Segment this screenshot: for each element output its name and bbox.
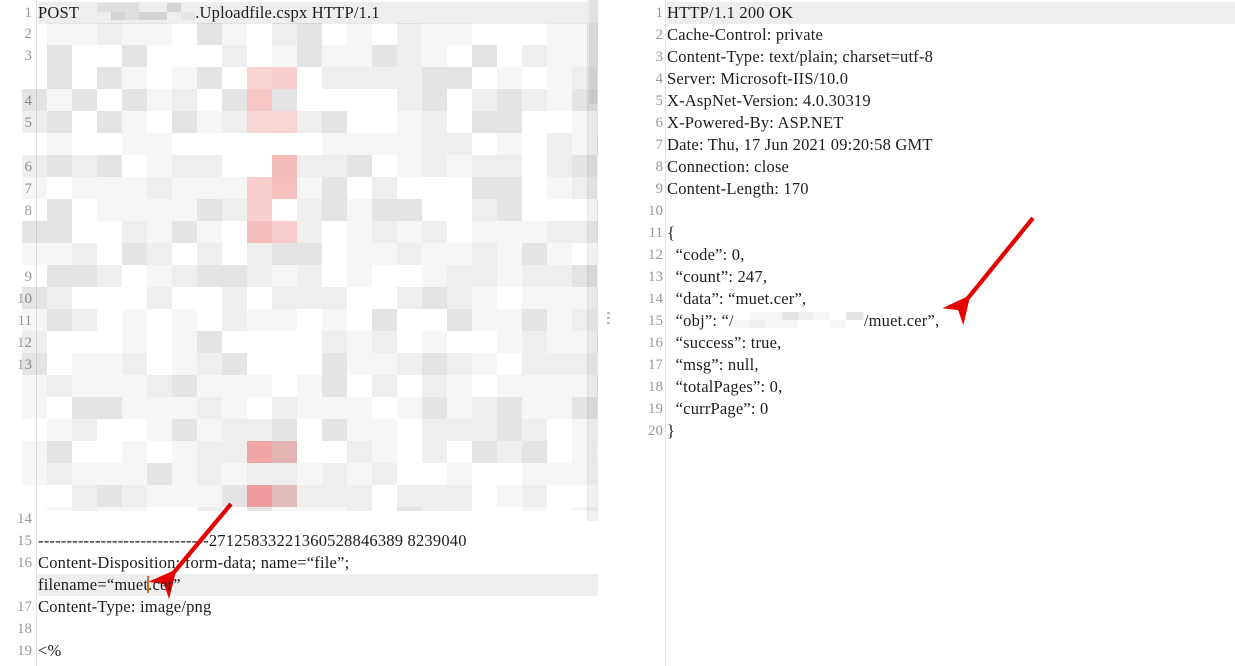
response-line-brace-open: { — [667, 223, 676, 242]
request-method-text: POST — [38, 3, 84, 22]
response-line-connection: Connection: close — [667, 157, 790, 176]
response-lineno-4: 4 — [655, 71, 664, 87]
request-lineno-18: 18 — [17, 621, 32, 637]
response-lineno-11: 11 — [648, 225, 663, 241]
request-lineno-6: 6 — [24, 159, 33, 175]
response-lineno-17: 17 — [648, 357, 663, 373]
response-line-count: “count”: 247, — [667, 267, 768, 286]
redacted-obj-path-mosaic — [734, 312, 864, 328]
request-code-area[interactable]: POST .Uploadfile.cspx HTTP/1.1 ---------… — [22, 0, 598, 666]
response-line-currpage: “currPage”: 0 — [667, 399, 769, 418]
request-lineno-8: 8 — [24, 203, 33, 219]
request-lineno-10: 10 — [17, 291, 32, 307]
response-lineno-9: 9 — [655, 181, 664, 197]
response-lineno-6: 6 — [655, 115, 664, 131]
response-lineno-3: 3 — [655, 49, 664, 65]
response-lineno-7: 7 — [655, 137, 664, 153]
response-lineno-20: 20 — [648, 423, 663, 439]
request-line-body-start: <% — [38, 641, 62, 660]
request-lineno-19: 19 — [17, 643, 32, 659]
response-gutter: 1 2 3 4 5 6 7 8 9 10 11 12 13 14 15 16 1… — [637, 0, 666, 666]
response-lineno-12: 12 — [648, 247, 663, 263]
response-line-brace-close: } — [667, 421, 676, 440]
request-lineno-7: 7 — [24, 181, 33, 197]
request-lineno-12: 12 — [17, 335, 32, 351]
response-lineno-14: 14 — [648, 291, 663, 307]
request-line-content-disposition: Content-Disposition: form-data; name=“fi… — [38, 553, 350, 572]
response-lineno-1: 1 — [655, 5, 664, 21]
redacted-request-body-mosaic — [22, 23, 598, 511]
request-gutter: 1 2 3 4 5 6 7 8 9 10 11 12 13 14 15 16 1… — [0, 0, 37, 666]
response-line-date: Date: Thu, 17 Jun 2021 09:20:58 GMT — [667, 135, 933, 154]
splitter-grip-icon[interactable] — [607, 312, 610, 325]
obj-key-text: “obj”: “/ — [667, 311, 734, 330]
pane-splitter[interactable] — [606, 0, 612, 666]
response-line-msg: “msg”: null, — [667, 355, 759, 374]
response-pane[interactable]: 1 2 3 4 5 6 7 8 9 10 11 12 13 14 15 16 1… — [637, 0, 1235, 666]
request-lineno-4: 4 — [24, 93, 33, 109]
response-line-status: HTTP/1.1 200 OK — [667, 3, 794, 22]
response-line-server: Server: Microsoft-IIS/10.0 — [667, 69, 849, 88]
response-lineno-5: 5 — [655, 93, 664, 109]
request-scrollbar-thumb[interactable] — [589, 0, 598, 104]
filename-text-pre: filename=“muet — [38, 575, 149, 594]
response-line-data: “data”: “muet.cer”, — [667, 289, 807, 308]
response-line-aspnet-version: X-AspNet-Version: 4.0.30319 — [667, 91, 871, 110]
response-line-code: “code”: 0, — [667, 245, 745, 264]
response-lineno-19: 19 — [648, 401, 663, 417]
request-vertical-scrollbar[interactable] — [587, 0, 598, 521]
request-lineno-5: 5 — [24, 115, 33, 131]
request-path-text: .Uploadfile.cspx HTTP/1.1 — [195, 3, 380, 22]
response-line-totalpages: “totalPages”: 0, — [667, 377, 783, 396]
request-lineno-9: 9 — [24, 269, 33, 285]
request-line-filename: filename=“muet.cer” — [38, 574, 181, 596]
response-lineno-16: 16 — [648, 335, 663, 351]
http-request-response-screenshot: 1 2 3 4 5 6 7 8 9 10 11 12 13 14 15 16 1… — [0, 0, 1235, 666]
request-lineno-2: 2 — [24, 26, 33, 42]
request-line-content-type: Content-Type: image/png — [38, 597, 212, 616]
response-lineno-8: 8 — [655, 159, 664, 175]
response-line-powered-by: X-Powered-By: ASP.NET — [667, 113, 844, 132]
response-lineno-10: 10 — [648, 203, 663, 219]
request-line-post: POST .Uploadfile.cspx HTTP/1.1 — [38, 2, 380, 24]
request-pane[interactable]: 1 2 3 4 5 6 7 8 9 10 11 12 13 14 15 16 1… — [0, 0, 598, 666]
filename-text-post: .cer” — [148, 575, 181, 594]
redacted-host-mosaic — [83, 3, 195, 20]
request-lineno-16: 16 — [17, 555, 32, 571]
request-lineno-1: 1 — [24, 5, 33, 21]
request-lineno-13: 13 — [17, 357, 32, 373]
response-lineno-18: 18 — [648, 379, 663, 395]
response-lineno-15: 15 — [648, 313, 663, 329]
response-line-content-length: Content-Length: 170 — [667, 179, 809, 198]
request-lineno-17: 17 — [17, 599, 32, 615]
request-line-boundary: ------------------------------2712583322… — [38, 531, 467, 550]
request-lineno-15: 15 — [17, 533, 32, 549]
request-lineno-11: 11 — [17, 313, 32, 329]
response-line-success: “success”: true, — [667, 333, 782, 352]
response-code-area[interactable]: HTTP/1.1 200 OK Cache-Control: private C… — [667, 0, 1235, 666]
response-line-cache-control: Cache-Control: private — [667, 25, 824, 44]
response-lineno-13: 13 — [648, 269, 663, 285]
response-line-content-type: Content-Type: text/plain; charset=utf-8 — [667, 47, 934, 66]
response-line-obj: “obj”: “/ /muet.cer”, — [667, 310, 939, 332]
request-lineno-14: 14 — [17, 511, 32, 527]
obj-tail-text: /muet.cer”, — [863, 311, 940, 330]
response-lineno-2: 2 — [655, 27, 664, 43]
request-lineno-3: 3 — [24, 48, 33, 64]
